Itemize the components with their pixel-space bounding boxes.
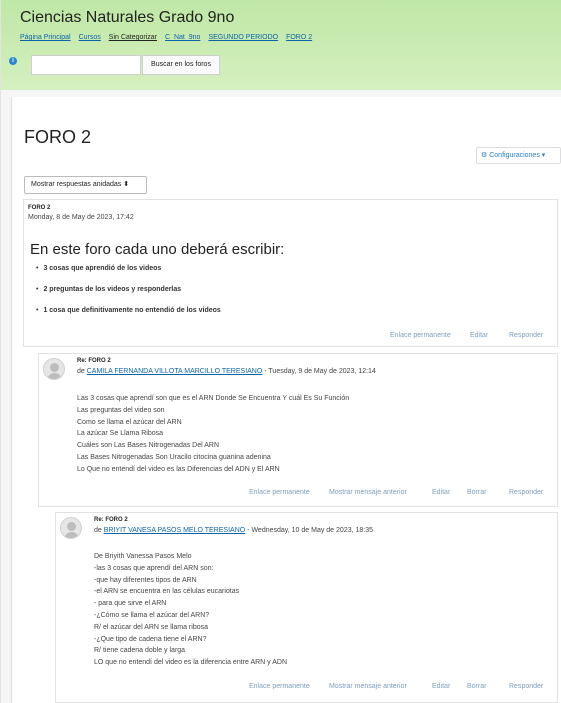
- body-line: Las Bases Nitrogenadas Son Uracilo citoc…: [77, 453, 271, 461]
- breadcrumb-section[interactable]: SEGUNDO PERIODO: [208, 34, 278, 41]
- reply-link[interactable]: Responder: [509, 489, 543, 496]
- reply-body: De Briyith Vanessa Pasos Melo -las 3 cos…: [94, 551, 287, 669]
- body-line: -el ARN se encuentra en las células euca…: [94, 588, 240, 596]
- body-line: -las 3 cosas que aprendí del ARN son:: [94, 564, 214, 572]
- show-parent-link[interactable]: Mostrar mensaje anterior: [329, 489, 407, 496]
- reply-post: Re: FORO 2 de BRIYIT VANESA PASOS MELO T…: [55, 512, 558, 703]
- edit-link[interactable]: Editar: [432, 683, 450, 690]
- edit-link[interactable]: Editar: [470, 332, 488, 339]
- up-down-arrows-icon: ⬍: [123, 181, 130, 188]
- reply-date: - Tuesday, 9 de May de 2023, 12:14: [262, 368, 376, 375]
- list-item: 2 preguntas de los videos y responderlas: [36, 285, 221, 306]
- post-heading: En este foro cada uno deberá escribir:: [30, 241, 285, 258]
- reply-subject: Re: FORO 2: [77, 358, 111, 364]
- gear-icon: ⚙: [481, 152, 488, 159]
- delete-link[interactable]: Borrar: [467, 489, 486, 496]
- breadcrumb: Página Principal Cursos Sin Categorizar …: [20, 34, 312, 41]
- reply-link[interactable]: Responder: [509, 683, 543, 690]
- edit-link[interactable]: Editar: [432, 489, 450, 496]
- body-line: -¿Cómo se llama el azúcar del ARN?: [94, 611, 210, 619]
- body-line: -que hay diferentes tipos de ARN: [94, 576, 197, 584]
- body-line: LO que no entendí del video es la difere…: [94, 659, 288, 667]
- permalink-link[interactable]: Enlace permanente: [390, 332, 451, 339]
- display-mode-select[interactable]: Mostrar respuestas anidadas ⬍: [24, 176, 147, 194]
- byline-prefix: de: [94, 527, 104, 534]
- search-input[interactable]: [31, 55, 141, 75]
- breadcrumb-category[interactable]: Sin Categorizar: [109, 34, 157, 41]
- body-line: - para que sirve el ARN: [94, 600, 167, 608]
- breadcrumb-forum[interactable]: FORO 2: [286, 34, 312, 41]
- permalink-link[interactable]: Enlace permanente: [249, 489, 310, 496]
- delete-link[interactable]: Borrar: [467, 683, 486, 690]
- body-line: Las 3 cosas que aprendí son que es el AR…: [77, 395, 350, 402]
- course-header: Ciencias Naturales Grado 9no Página Prin…: [1, 0, 561, 90]
- body-line: Las preguntas del video son: [77, 406, 165, 414]
- breadcrumb-home[interactable]: Página Principal: [20, 34, 71, 41]
- reply-date: - Wednesday, 10 de May de 2023, 18:35: [245, 527, 373, 534]
- breadcrumb-course[interactable]: C_Nat_9no: [165, 34, 200, 41]
- reply-byline: de CAMILA FERNANDA VILLOTA MARCILLO TERE…: [77, 368, 376, 375]
- body-line: Cuáles son Las Bases Nitrogenadas Del AR…: [77, 442, 220, 450]
- reply-subject: Re: FORO 2: [94, 517, 128, 523]
- default-user-icon[interactable]: [43, 358, 65, 380]
- settings-menu[interactable]: ⚙ Configuraciones ▾: [476, 147, 561, 164]
- info-icon[interactable]: i: [9, 57, 17, 65]
- body-line: Lo Que no entendí del video es las Difer…: [77, 465, 280, 473]
- list-item: 1 cosa que definitivamente no entendió d…: [36, 306, 220, 327]
- body-line: La azúcar Se Llama Ribosa: [77, 430, 163, 438]
- post-subject: FORO 2: [28, 205, 51, 211]
- body-line: R/ tiene cadena doble y larga: [94, 647, 186, 655]
- display-mode-value: Mostrar respuestas anidadas: [31, 181, 122, 188]
- body-line: -¿Que tipo de cadena tiene el ARN?: [94, 635, 207, 643]
- breadcrumb-courses[interactable]: Cursos: [79, 34, 101, 41]
- list-item: 3 cosas que aprendió de los videos: [36, 264, 221, 285]
- reply-byline: de BRIYIT VANESA PASOS MELO TERESIANO - …: [94, 527, 373, 534]
- author-link[interactable]: BRIYIT VANESA PASOS MELO TERESIANO: [104, 527, 245, 534]
- reply-link[interactable]: Responder: [509, 332, 543, 339]
- permalink-link[interactable]: Enlace permanente: [249, 683, 310, 690]
- post-date: Monday, 8 de May de 2023, 17:42: [28, 214, 134, 221]
- page-title: FORO 2: [24, 127, 92, 147]
- course-title: Ciencias Naturales Grado 9no: [20, 9, 235, 26]
- reply-body: Las 3 cosas que aprendí son que es el AR…: [77, 393, 349, 476]
- post-task-list: 3 cosas que aprendió de los videos 2 pre…: [36, 264, 221, 327]
- body-line: Como se llama el azúcar del ARN: [77, 418, 182, 426]
- body-line: De Briyith Vanessa Pasos Melo: [94, 553, 192, 560]
- show-parent-link[interactable]: Mostrar mensaje anterior: [329, 683, 407, 690]
- author-link[interactable]: CAMILA FERNANDA VILLOTA MARCILLO TERESIA…: [87, 368, 263, 375]
- forum-post: FORO 2 Monday, 8 de May de 2023, 17:42 E…: [23, 199, 558, 347]
- body-line: R/ el azúcar del ARN se llama ribosa: [94, 623, 208, 631]
- search-button[interactable]: Buscar en los foros: [142, 55, 220, 75]
- settings-label: Configuraciones: [489, 152, 540, 159]
- caret-down-icon: ▾: [541, 152, 546, 159]
- default-user-icon[interactable]: [60, 517, 82, 539]
- reply-post: Re: FORO 2 de CAMILA FERNANDA VILLOTA MA…: [38, 353, 558, 507]
- byline-prefix: de: [77, 368, 87, 375]
- page: Ciencias Naturales Grado 9no Página Prin…: [0, 0, 561, 703]
